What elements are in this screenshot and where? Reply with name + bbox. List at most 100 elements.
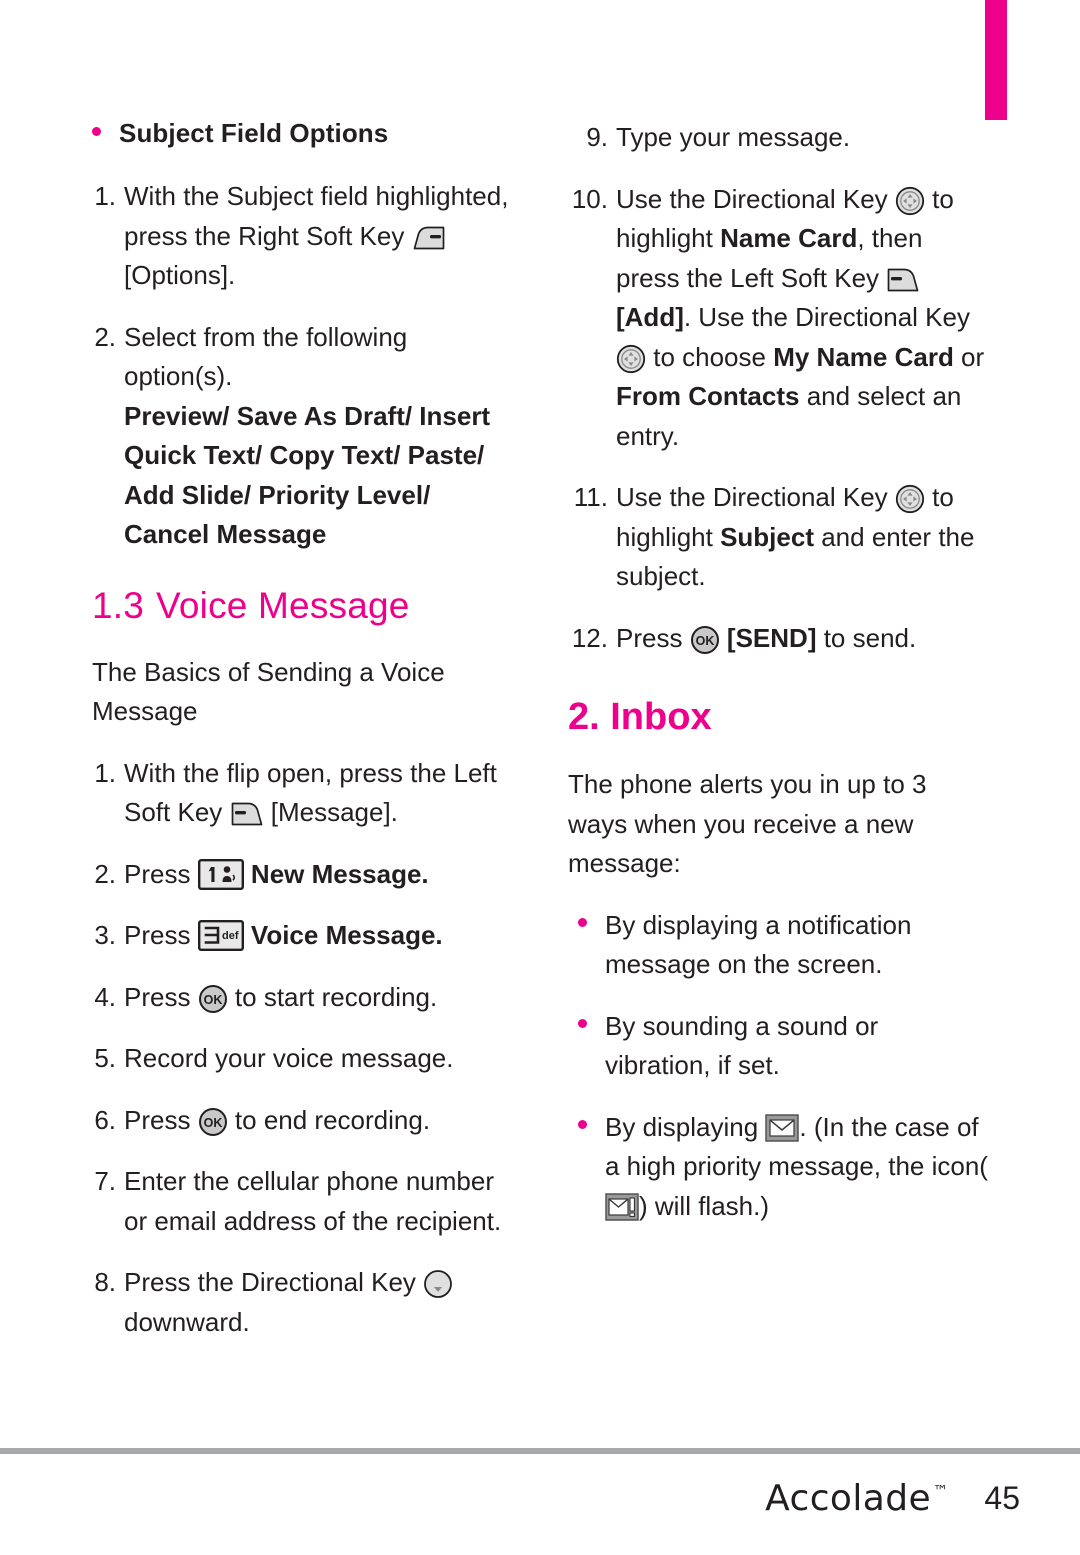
emphasis-from-contacts: From Contacts [616, 381, 800, 412]
page-tab-marker [985, 0, 1007, 120]
directional-key-4way-icon [895, 186, 925, 216]
bullet-dot-icon [578, 917, 587, 927]
step-body: Select from the following option(s). Pre… [124, 318, 512, 555]
step-number: 5. [94, 1043, 116, 1074]
key-1-voicemail-icon [197, 858, 244, 890]
step-item: 7. Enter the cellular phone number or em… [92, 1162, 512, 1241]
emphasis-subject: Subject [720, 521, 814, 552]
step-item: 2. Select from the following option(s). … [92, 318, 512, 555]
step-body: Record your voice message. [124, 1043, 454, 1074]
voice-message-intro: The Basics of Sending a Voice Message [92, 656, 445, 727]
step-number: 1. [94, 181, 116, 211]
step-body: With the Subject field highlighted, pres… [124, 177, 512, 296]
bullet-dot-icon [92, 127, 101, 136]
envelope-priority-icon [605, 1193, 639, 1221]
bullet-dot-icon [578, 1119, 587, 1129]
step-item: 1. With the Subject field highlighted, p… [92, 177, 512, 296]
list-text: By displaying [605, 1111, 766, 1142]
directional-key-4way-icon [616, 344, 646, 374]
svg-text:OK: OK [203, 993, 222, 1007]
step-body: Press New Message. [124, 855, 512, 895]
step-body: Press OK to start recording. [124, 978, 512, 1018]
step-body: Use the Directional Key to highlight Nam… [616, 180, 988, 457]
step-number: 2. [94, 858, 116, 889]
inbox-intro: The phone alerts you in up to 3 ways whe… [568, 769, 927, 879]
step-item: 11. Use the Directional Key to highlight… [568, 478, 988, 597]
list-item: By displaying a notification message on … [568, 906, 988, 985]
step-text-cont: to end recording. [227, 1104, 431, 1135]
emphasis-send: [SEND] [726, 622, 817, 653]
envelope-icon [765, 1114, 800, 1142]
key-3-def-icon: def [197, 920, 244, 952]
step-item: 9. Type your message. [568, 118, 988, 158]
step-text: Press [124, 858, 198, 889]
ok-key-icon: OK [198, 984, 228, 1014]
step-body: Use the Directional Key to highlight Sub… [616, 478, 988, 597]
ok-key-icon: OK [690, 625, 720, 655]
emphasis-my-name-card: My Name Card [773, 341, 954, 372]
bullet-dot-icon [578, 1018, 587, 1028]
section-title: Voice Message [156, 584, 410, 626]
step-text-cont: New Message. [243, 858, 429, 889]
list-item: By sounding a sound or vibration, if set… [568, 1007, 988, 1086]
step-number: 4. [94, 981, 116, 1012]
step-number: 11. [573, 482, 608, 513]
step-text: Press [124, 920, 198, 951]
step-body: Press def Voice Message. [124, 916, 512, 956]
heading-label: Subject Field Options [119, 118, 389, 148]
step-item: 10. Use the Directional Key to highlight… [568, 180, 988, 457]
manual-page-content: Subject Field Options 1. With the Subjec… [0, 118, 1080, 1418]
left-soft-key-icon [230, 801, 264, 827]
list-item-text: By displaying a notification message on … [605, 909, 912, 980]
major-heading-inbox: 2. Inbox [568, 696, 712, 739]
step-text: Press [124, 981, 198, 1012]
step-text-cont [720, 623, 727, 653]
step-text: Use the Directional Key [616, 482, 895, 513]
step-item: 3. Press def Voice Message. [92, 916, 512, 956]
directional-key-4way-icon [895, 484, 925, 514]
step-body: With the flip open, press the Left Soft … [124, 754, 512, 833]
ok-key-icon: OK [198, 1107, 228, 1137]
options-list: Preview/ Save As Draft/ Insert Quick Tex… [124, 400, 491, 550]
step-body: Type your message. [616, 122, 851, 152]
svg-text:OK: OK [695, 634, 714, 648]
step-text-cont: Voice Message. [243, 920, 443, 951]
step-item: 6. Press OK to end recording. [92, 1101, 512, 1141]
step-text: Press [616, 622, 690, 653]
step-text-cont: or [953, 341, 985, 372]
step-text-cont: to send. [816, 622, 917, 653]
step-number: 1. [94, 757, 116, 788]
left-column: Subject Field Options 1. With the Subjec… [92, 118, 512, 1364]
step-body: Press OK [SEND] to send. [616, 619, 988, 659]
step-text-cont: . Use the Directional Key [683, 302, 970, 333]
step-body: Press OK to end recording. [124, 1101, 512, 1141]
step-item: 2. Press New Message. [92, 855, 512, 895]
svg-text:OK: OK [203, 1116, 222, 1130]
step-text-cont: [Message]. [263, 797, 398, 828]
step-number: 2. [94, 321, 116, 352]
step-text: Use the Directional Key [616, 183, 895, 214]
step-number: 6. [94, 1104, 116, 1135]
step-number: 12. [571, 622, 608, 653]
section-number: 1.3 [92, 584, 145, 626]
subject-field-options-heading: Subject Field Options [92, 118, 512, 149]
step-number: 10. [571, 183, 608, 214]
step-text-cont: downward. [124, 1306, 250, 1337]
step-text: Select from the following option(s). [124, 321, 408, 392]
brand-name: Accolade [765, 1477, 931, 1519]
step-number: 7. [94, 1166, 116, 1197]
step-item: 1. With the flip open, press the Left So… [92, 754, 512, 833]
step-number: 3. [94, 920, 116, 951]
step-text-cont: [Options]. [124, 260, 236, 291]
left-soft-key-icon [886, 267, 920, 293]
list-item-text: By displaying . (In the case of a high p… [605, 1108, 988, 1227]
step-item: 4. Press OK to start recording. [92, 978, 512, 1018]
emphasis-name-card: Name Card [720, 223, 858, 254]
step-text-cont: to choose [646, 341, 774, 372]
section-heading-voice-message: 1.3 Voice Message [92, 585, 512, 627]
brand-logo: Accolade ™ [765, 1478, 948, 1519]
trademark-symbol: ™ [933, 1481, 949, 1500]
directional-key-down-icon [423, 1269, 453, 1299]
step-item: 5. Record your voice message. [92, 1039, 512, 1079]
step-text: Press [124, 1104, 198, 1135]
